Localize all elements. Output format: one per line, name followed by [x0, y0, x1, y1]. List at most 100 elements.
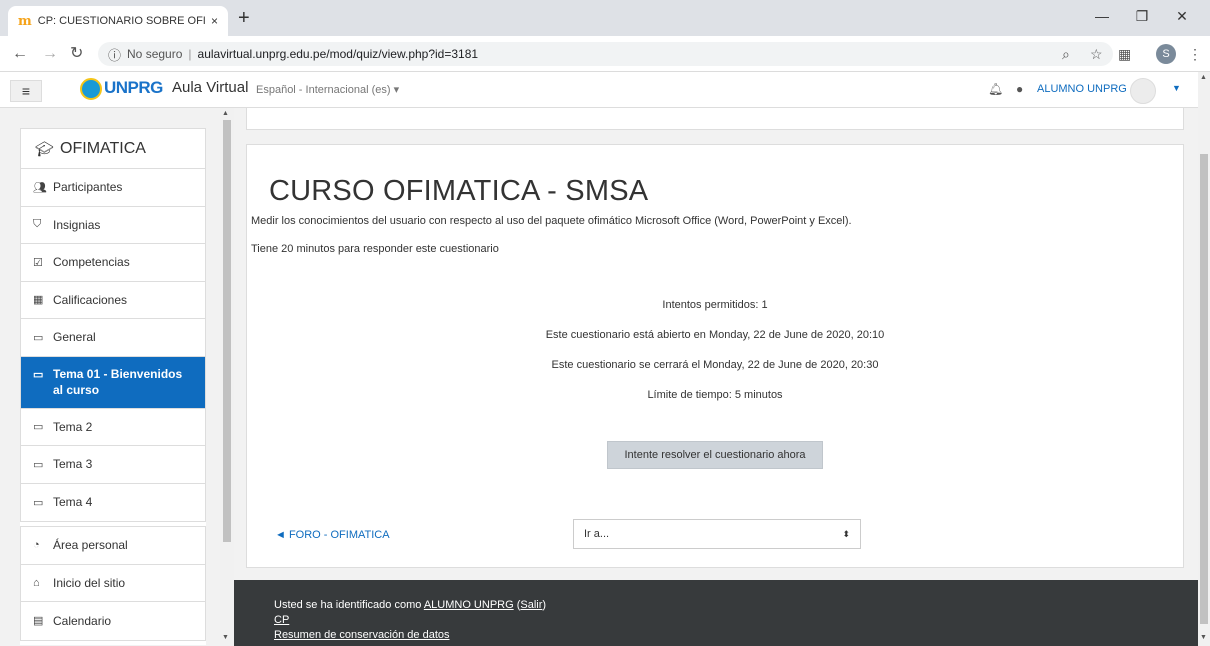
security-label: No seguro: [127, 47, 183, 61]
page-scroll-down-icon[interactable]: ▼: [1200, 634, 1207, 641]
bookmark-star-icon[interactable]: ☆: [1090, 44, 1103, 64]
drawer-item-area-personal[interactable]: ◔ Área personal: [21, 527, 205, 565]
restore-icon[interactable]: ❐: [1122, 4, 1162, 28]
tab-close-icon[interactable]: ×: [211, 14, 218, 28]
drawer-item-calendario[interactable]: ▤ Calendario: [21, 602, 205, 640]
table-icon: ▦: [33, 294, 44, 307]
course-nav-group: 🎓︎ OFIMATICA 👥︎ Participantes ⛉ Insignia…: [20, 128, 206, 522]
page-scrollbar[interactable]: ▲ ▼: [1198, 72, 1210, 646]
tachometer-icon: ◔: [33, 539, 40, 552]
site-name[interactable]: Aula Virtual: [172, 79, 248, 96]
site-nav-group: ◔ Área personal ⌂ Inicio del sitio ▤ Cal…: [20, 526, 206, 641]
page-scroll-thumb[interactable]: [1200, 154, 1208, 624]
jump-select-value: Ir a...: [584, 528, 610, 540]
moodle-favicon-icon: m: [18, 13, 32, 29]
drawer-course-header[interactable]: 🎓︎ OFIMATICA: [21, 129, 205, 169]
drawer-item-inicio-sitio[interactable]: ⌂ Inicio del sitio: [21, 565, 205, 602]
course-name: OFIMATICA: [60, 139, 146, 157]
previous-activity-link[interactable]: ◄ FORO - OFIMATICA: [275, 529, 390, 541]
folder-icon: ▭: [33, 458, 44, 471]
drawer-item-tema-3[interactable]: ▭ Tema 3: [21, 446, 205, 484]
language-menu[interactable]: Español - Internacional (es) ▾: [256, 83, 399, 96]
drawer-item-general[interactable]: ▭ General: [21, 319, 205, 357]
drawer-item-insignias[interactable]: ⛉ Insignias: [21, 207, 205, 244]
url-text: aulavirtual.unprg.edu.pe/mod/quiz/view.p…: [197, 47, 479, 61]
drawer-toggle-button[interactable]: ≡: [10, 80, 42, 102]
address-separator: |: [188, 47, 192, 61]
graduation-cap-icon: 🎓︎: [35, 140, 55, 158]
logout-link[interactable]: Salir: [520, 599, 542, 611]
address-bar[interactable]: ⓘ No seguro | aulavirtual.unprg.edu.pe/m…: [98, 42, 1113, 66]
login-info-prefix: Usted se ha identificado como: [274, 599, 424, 611]
page-footer: Usted se ha identificado como ALUMNO UNP…: [234, 580, 1198, 646]
reload-icon[interactable]: ↻: [70, 44, 83, 64]
drawer-scrollbar[interactable]: ▲ ▼: [220, 108, 234, 646]
browser-tab[interactable]: m CP: CUESTIONARIO SOBRE OFIM ×: [8, 6, 228, 36]
drawer-item-tema-2[interactable]: ▭ Tema 2: [21, 409, 205, 446]
scroll-up-icon[interactable]: ▲: [222, 110, 229, 117]
browser-menu-icon[interactable]: ⋮: [1188, 44, 1202, 64]
drawer-item-calificaciones[interactable]: ▦ Calificaciones: [21, 282, 205, 319]
page-scroll-up-icon[interactable]: ▲: [1200, 74, 1207, 81]
scroll-down-icon[interactable]: ▼: [222, 634, 229, 641]
attempt-quiz-button[interactable]: Intente resolver el cuestionario ahora: [607, 441, 823, 469]
drawer-item-label: Competencias: [53, 255, 130, 270]
browser-toolbar: ← → ↻ ⓘ No seguro | aulavirtual.unprg.ed…: [0, 36, 1210, 72]
tab-title: CP: CUESTIONARIO SOBRE OFIM: [37, 15, 205, 27]
drawer-item-label: Calendario: [53, 613, 112, 628]
data-retention-link[interactable]: Resumen de conservación de datos: [274, 629, 450, 641]
back-icon[interactable]: ←: [12, 44, 28, 64]
quiz-time-limit: Límite de tiempo: 5 minutos: [647, 389, 783, 401]
home-icon: ⌂: [33, 576, 40, 589]
footer-course-link[interactable]: CP: [274, 614, 289, 626]
quiz-time-note: Tiene 20 minutos para responder este cue…: [251, 243, 499, 255]
unprg-logo-icon[interactable]: [80, 78, 102, 100]
footer-user-link[interactable]: ALUMNO UNPRG: [424, 599, 514, 611]
drawer-item-label: Calificaciones: [53, 292, 128, 307]
folder-icon: ▭: [33, 331, 44, 344]
drawer-item-label: Participantes: [53, 180, 123, 195]
drawer-scroll-thumb[interactable]: [223, 120, 231, 542]
browser-tabstrip: m CP: CUESTIONARIO SOBRE OFIM × + — ❐ ✕: [0, 0, 1210, 36]
quiz-close-date: Este cuestionario se cerrará el Monday, …: [551, 359, 879, 371]
drawer-item-label: Inicio del sitio: [53, 575, 126, 590]
new-tab-button[interactable]: +: [238, 8, 250, 28]
drawer-item-label: Área personal: [53, 538, 128, 553]
logout-paren-close: ): [542, 599, 547, 611]
site-navbar: ≡ UNPRG Aula Virtual Español - Internaci…: [0, 72, 1198, 108]
quiz-description: Medir los conocimientos del usuario con …: [251, 215, 852, 227]
nav-drawer: 🎓︎ OFIMATICA 👥︎ Participantes ⛉ Insignia…: [20, 128, 206, 645]
drawer-item-label: Tema 3: [53, 457, 93, 472]
extensions-grid-icon[interactable]: ▦: [1118, 44, 1131, 64]
profile-avatar[interactable]: S: [1156, 44, 1176, 64]
page-header-card: [246, 108, 1184, 130]
minimize-icon[interactable]: —: [1082, 4, 1122, 28]
window-close-icon[interactable]: ✕: [1162, 4, 1202, 28]
drawer-item-label: Insignias: [53, 217, 101, 232]
forward-icon[interactable]: →: [42, 44, 58, 64]
quiz-open-date: Este cuestionario está abierto en Monday…: [545, 329, 885, 341]
drawer-item-label: Tema 01 - Bienvenidos al curso: [53, 367, 183, 397]
notification-bell-icon[interactable]: 🔔︎: [988, 82, 1003, 96]
user-avatar[interactable]: [1130, 78, 1156, 104]
drawer-item-label: Tema 2: [53, 419, 93, 434]
users-icon: 👥︎: [33, 181, 47, 194]
drawer-item-label: General: [53, 330, 96, 345]
site-logo-text[interactable]: UNPRG: [104, 78, 163, 98]
quiz-card: CURSO OFIMATICA - SMSA Medir los conocim…: [246, 144, 1184, 568]
drawer-item-tema-4[interactable]: ▭ Tema 4: [21, 484, 205, 522]
page-region: 🎓︎ OFIMATICA 👥︎ Participantes ⛉ Insignia…: [0, 108, 1198, 646]
drawer-item-participantes[interactable]: 👥︎ Participantes: [21, 169, 205, 207]
jump-to-select[interactable]: Ir a... ⬍: [573, 519, 861, 549]
zoom-icon[interactable]: ⌕: [1062, 44, 1070, 64]
messages-chat-icon[interactable]: ●: [1016, 82, 1023, 96]
user-menu-name[interactable]: ALUMNO UNPRG: [1037, 83, 1127, 95]
info-icon[interactable]: ⓘ: [108, 45, 121, 64]
drawer-item-competencias[interactable]: ☑ Competencias: [21, 244, 205, 282]
login-info: Usted se ha identificado como ALUMNO UNP…: [274, 598, 1158, 613]
drawer-item-tema-01[interactable]: ▭ Tema 01 - Bienvenidos al curso: [21, 356, 205, 409]
folder-icon: ▭: [33, 496, 44, 509]
folder-icon: ▭: [33, 421, 44, 434]
select-arrows-icon: ⬍: [842, 528, 850, 539]
user-menu-caret-icon[interactable]: ▼: [1172, 83, 1181, 93]
